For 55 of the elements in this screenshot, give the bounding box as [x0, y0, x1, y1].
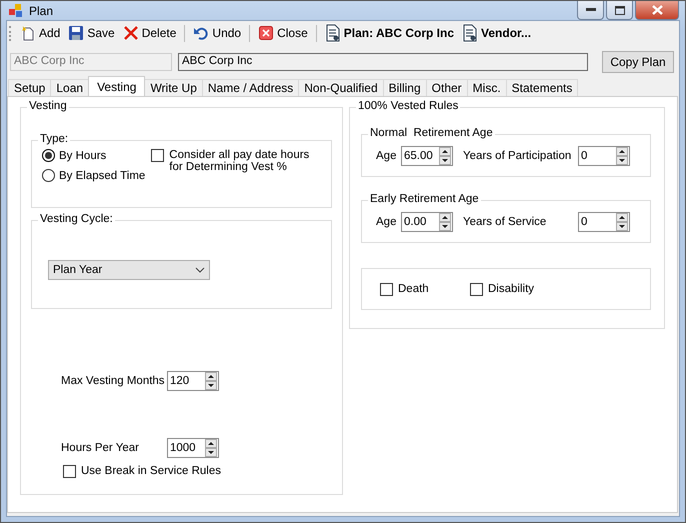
group-title: Type: — [38, 133, 70, 145]
field-label: Years of Service — [463, 216, 548, 228]
toolbar-button[interactable]: Plan: ABC Corp Inc — [322, 22, 458, 44]
new-document-icon — [20, 25, 36, 41]
number-spinner[interactable]: 1000 — [167, 438, 219, 458]
number-spinner[interactable]: 0 — [578, 212, 630, 232]
number-spinner[interactable]: 0.00 — [401, 212, 453, 232]
close-button[interactable] — [635, 1, 679, 20]
checkbox[interactable]: Death — [380, 282, 470, 296]
number-spinner[interactable]: 65.00 — [401, 146, 453, 166]
tab[interactable]: Setup — [8, 79, 52, 96]
field-label: Age — [376, 216, 398, 228]
document-icon — [324, 24, 341, 42]
group-title: 100% Vested Rules — [356, 100, 460, 112]
radio-button[interactable]: By Hours — [42, 149, 146, 162]
checkbox[interactable]: Use Break in Service Rules — [63, 465, 332, 478]
field-label: Max Vesting Months — [61, 375, 165, 387]
tab[interactable]: Non-Qualified — [298, 79, 384, 96]
group-title: Normal Retirement Age — [368, 127, 495, 139]
toolbar-button[interactable]: Add — [17, 23, 64, 43]
radio-button[interactable]: By Elapsed Time — [42, 169, 146, 182]
field-label: Age — [376, 150, 398, 162]
toolbar-button[interactable]: Save — [65, 23, 118, 43]
group-title: Early Retirement Age — [368, 193, 481, 205]
tab[interactable]: Billing — [382, 79, 427, 96]
number-spinner[interactable]: 120 — [167, 371, 219, 391]
minimize-button[interactable] — [577, 1, 604, 20]
document-icon — [462, 24, 478, 42]
field-label: Hours Per Year — [61, 442, 140, 454]
group-title: Vesting — [27, 100, 69, 112]
tab[interactable]: Write Up — [144, 79, 203, 96]
checkbox[interactable]: Disability — [470, 282, 560, 296]
app-icon — [9, 4, 23, 18]
tab[interactable]: Vesting — [88, 76, 146, 96]
close-icon — [652, 5, 662, 15]
tab[interactable]: Statements — [506, 79, 578, 96]
plan-name-field[interactable]: ABC Corp Inc — [178, 53, 588, 71]
copy-plan-button[interactable]: Copy Plan — [602, 51, 674, 73]
window-title: Plan — [29, 4, 54, 18]
number-spinner[interactable]: 0 — [578, 146, 630, 166]
maximize-button[interactable] — [606, 1, 633, 20]
toolbar-button[interactable]: Vendor... — [459, 22, 534, 44]
close-icon — [258, 25, 274, 41]
field-label: Years of Participation — [463, 150, 572, 162]
group-title: Vesting Cycle: — [38, 213, 115, 225]
toolbar-button[interactable]: Delete — [120, 23, 180, 43]
toolbar-button[interactable]: Undo — [190, 23, 244, 43]
checkbox[interactable]: Consider all pay date hours for Determining Vest % — [151, 149, 321, 173]
chevron-down-icon — [195, 267, 205, 273]
toolbar-button[interactable]: Close — [255, 23, 311, 43]
maximize-icon — [614, 6, 624, 14]
undo-icon — [193, 25, 210, 41]
x-icon — [122, 25, 139, 41]
minimize-icon — [586, 8, 596, 12]
dropdown[interactable]: Plan Year — [48, 260, 210, 280]
